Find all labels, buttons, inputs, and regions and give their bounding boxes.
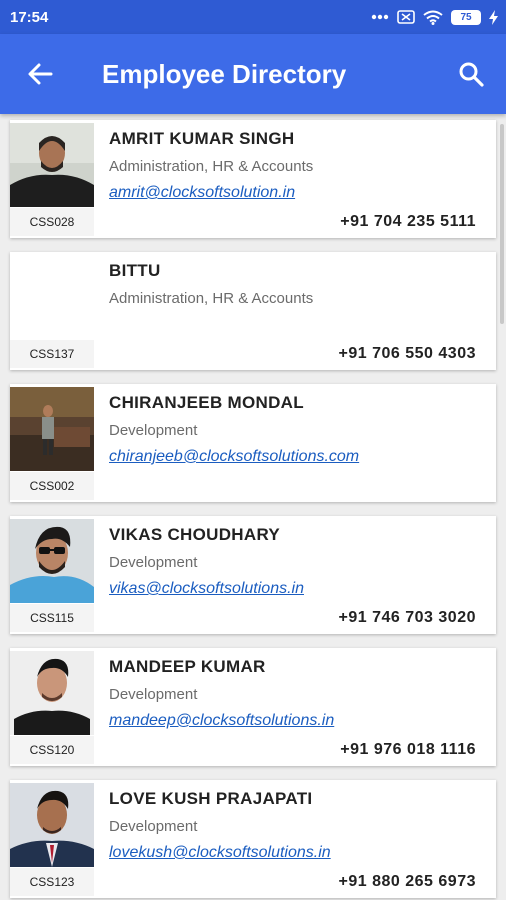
employee-name: CHIRANJEEB MONDAL xyxy=(109,393,304,412)
employee-name: LOVE KUSH PRAJAPATI xyxy=(109,789,313,808)
employee-department: Development xyxy=(109,554,198,571)
employee-card[interactable]: CSS120 MANDEEP KUMAR Development mandeep… xyxy=(10,648,496,766)
employee-list[interactable]: CSS028 AMRIT KUMAR SINGH Administration,… xyxy=(0,114,506,900)
employee-email[interactable]: vikas@clocksoftsolutions.in xyxy=(109,580,304,598)
search-icon xyxy=(459,62,484,87)
app-bar: Employee Directory xyxy=(0,34,506,114)
employee-photo-blank xyxy=(10,255,94,339)
employee-phone[interactable]: +91 746 703 3020 xyxy=(339,609,476,627)
status-bar: 17:54 75 xyxy=(0,0,506,34)
employee-phone[interactable]: +91 976 018 1116 xyxy=(340,741,476,759)
back-button[interactable] xyxy=(0,34,80,114)
employee-email[interactable]: chiranjeeb@clocksoftsolutions.com xyxy=(109,448,359,466)
employee-card[interactable]: CSS002 CHIRANJEEB MONDAL Development chi… xyxy=(10,384,496,502)
sim-off-icon xyxy=(397,10,415,24)
employee-name: BITTU xyxy=(109,261,161,280)
employee-code: CSS123 xyxy=(10,868,94,896)
employee-code: CSS137 xyxy=(10,340,94,368)
employee-email[interactable]: amrit@clocksoftsolution.in xyxy=(109,184,295,202)
employee-department: Administration, HR & Accounts xyxy=(109,290,314,307)
employee-department: Administration, HR & Accounts xyxy=(109,158,314,175)
employee-code: CSS028 xyxy=(10,208,94,236)
employee-photo xyxy=(10,783,94,867)
employee-email[interactable]: lovekush@clocksoftsolutions.in xyxy=(109,844,331,862)
status-time: 17:54 xyxy=(10,8,49,26)
employee-phone[interactable]: +91 704 235 5111 xyxy=(340,213,476,231)
employee-card[interactable]: CSS028 AMRIT KUMAR SINGH Administration,… xyxy=(10,120,496,238)
employee-department: Development xyxy=(109,818,198,835)
employee-department: Development xyxy=(109,422,198,439)
employee-card[interactable]: CSS115 VIKAS CHOUDHARY Development vikas… xyxy=(10,516,496,634)
employee-name: VIKAS CHOUDHARY xyxy=(109,525,281,544)
employee-photo xyxy=(10,651,94,735)
employee-department: Development xyxy=(109,686,198,703)
employee-photo xyxy=(10,123,94,207)
battery-icon: 75 xyxy=(451,9,481,25)
arrow-back-icon xyxy=(28,63,53,85)
employee-photo xyxy=(10,387,94,471)
employee-email[interactable]: mandeep@clocksoftsolutions.in xyxy=(109,712,334,730)
employee-phone[interactable]: +91 706 550 4303 xyxy=(339,345,476,363)
employee-card[interactable]: CSS123 LOVE KUSH PRAJAPATI Development l… xyxy=(10,780,496,898)
employee-code: CSS002 xyxy=(10,472,94,500)
status-icons: 75 xyxy=(371,9,498,25)
scrollbar[interactable] xyxy=(500,124,504,324)
employee-name: AMRIT KUMAR SINGH xyxy=(109,129,295,148)
charging-icon xyxy=(489,9,498,25)
search-button[interactable] xyxy=(436,34,506,114)
wifi-icon xyxy=(423,10,443,25)
employee-name: MANDEEP KUMAR xyxy=(109,657,266,676)
employee-photo xyxy=(10,519,94,603)
employee-code: CSS120 xyxy=(10,736,94,764)
employee-card[interactable]: CSS137 BITTU Administration, HR & Accoun… xyxy=(10,252,496,370)
page-title: Employee Directory xyxy=(102,58,347,89)
employee-code: CSS115 xyxy=(10,604,94,632)
employee-phone[interactable]: +91 880 265 6973 xyxy=(339,873,476,891)
more-dots-icon xyxy=(371,14,389,20)
